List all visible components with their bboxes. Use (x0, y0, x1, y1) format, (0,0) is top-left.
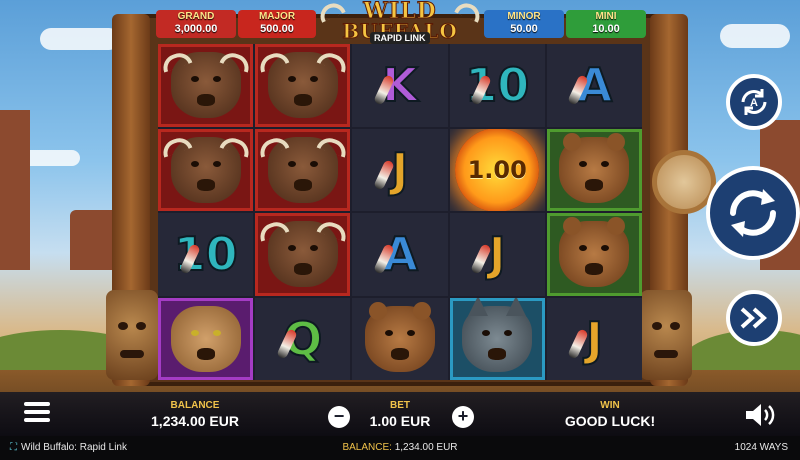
bet-value: 1.00 EUR (369, 413, 431, 429)
bear-symbol-icon (559, 217, 630, 288)
info-bar: ⛶ Wild Buffalo: Rapid Link BALANCE: 1,234… (0, 436, 800, 460)
spin-icon (730, 189, 776, 237)
win-label: WIN (600, 400, 620, 411)
jackpot-major-value: 500.00 (260, 23, 294, 35)
buffalo-symbol-icon (170, 136, 241, 203)
jackpot-major-label: MAJOR (258, 11, 296, 22)
reel-cell: 10 (158, 213, 254, 296)
jackpot-grand-value: 3,000.00 (174, 23, 218, 35)
reel-cell (255, 44, 351, 127)
wolf-symbol-icon (462, 297, 533, 372)
reel-cell: 1.00 (449, 128, 545, 211)
buffalo-symbol-icon (170, 52, 241, 119)
jackpot-grand-label: GRAND (177, 11, 215, 22)
reel-cell (449, 297, 545, 380)
reel-cell (255, 213, 351, 296)
turbo-button[interactable] (726, 290, 782, 346)
fast-forward-icon (740, 307, 767, 329)
right-totem (640, 290, 692, 380)
reel-cell (158, 128, 254, 211)
buffalo-symbol-icon (267, 136, 338, 203)
jackpot-minor-value: 50.00 (510, 23, 538, 35)
left-totem (106, 290, 158, 380)
info-bar-ways: 1024 WAYS (734, 442, 788, 453)
letter-symbol: J (390, 142, 409, 197)
info-bar-balance: BALANCE: 1,234.00 EUR (0, 442, 800, 453)
win-value: GOOD LUCK! (564, 413, 656, 429)
bet-increase-button[interactable]: + (452, 406, 474, 428)
jackpot-major: MAJOR 500.00 (238, 10, 316, 38)
reel-cell (158, 44, 254, 127)
reel-cell: Q (255, 297, 351, 380)
cougar-symbol-icon (170, 305, 241, 372)
info-bar-balance-label: BALANCE: (342, 442, 392, 453)
reel-cell: J (546, 297, 642, 380)
reel-cell: J (449, 213, 545, 296)
sound-button[interactable] (744, 402, 778, 428)
hamburger-menu-icon[interactable] (24, 402, 50, 426)
jackpot-mini-value: 10.00 (592, 23, 620, 35)
logo-subtitle: RAPID LINK (370, 32, 430, 44)
coin-symbol: 1.00 (455, 128, 540, 211)
balance-label: BALANCE (170, 400, 220, 411)
bear-symbol-icon (559, 132, 630, 203)
speaker-icon (746, 404, 775, 426)
buffalo-symbol-icon (267, 52, 338, 119)
reel-cell: J (352, 128, 448, 211)
buffalo-symbol-icon (267, 221, 338, 288)
reel-cell (255, 128, 351, 211)
letter-symbol: J (488, 227, 507, 282)
autoplay-button[interactable]: A (726, 74, 782, 130)
reel-cell (352, 297, 448, 380)
jackpot-minor-label: MINOR (507, 11, 541, 22)
balance-value: 1,234.00 EUR (151, 413, 239, 429)
jackpot-mini: MINI 10.00 (566, 10, 646, 38)
info-bar-balance-value: 1,234.00 EUR (394, 442, 458, 453)
reel-grid: K 10 A J 1.00 10 A J Q J (158, 44, 642, 380)
bet-decrease-button[interactable]: − (328, 406, 350, 428)
reel-cell (158, 297, 254, 380)
reel-cell: A (546, 44, 642, 127)
bet-label: BET (390, 400, 410, 411)
bear-symbol-icon (364, 301, 435, 372)
letter-symbol: J (585, 311, 604, 366)
jackpot-grand: GRAND 3,000.00 (156, 10, 236, 38)
spin-button[interactable] (706, 166, 800, 260)
autoplay-icon: A (741, 89, 767, 115)
reel-cell (546, 128, 642, 211)
game-logo: WILD BUFFALO RAPID LINK (316, 0, 484, 44)
jackpot-mini-label: MINI (595, 11, 617, 22)
jackpot-minor: MINOR 50.00 (484, 10, 564, 38)
reel-cell: A (352, 213, 448, 296)
coin-value: 1.00 (467, 155, 527, 184)
reel-cell (546, 213, 642, 296)
reel-cell: K (352, 44, 448, 127)
reel-cell: 10 (449, 44, 545, 127)
svg-text:A: A (750, 97, 758, 109)
